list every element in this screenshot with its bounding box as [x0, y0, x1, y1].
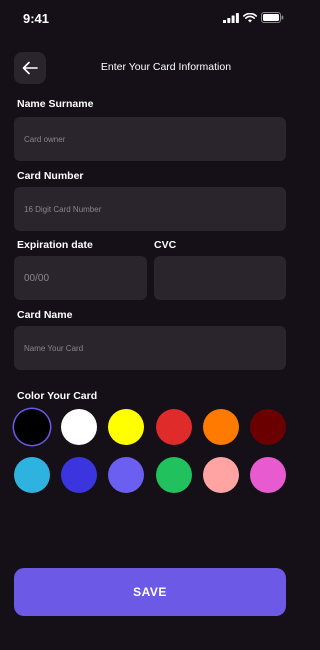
color-swatch[interactable]	[155, 457, 192, 493]
card-number-label: Card Number	[17, 170, 84, 182]
card-number-input[interactable]	[14, 187, 286, 231]
status-bar: 9:41	[0, 0, 300, 36]
color-swatch[interactable]	[61, 457, 98, 493]
expiration-label: Expiration date	[17, 239, 93, 251]
color-swatch[interactable]	[250, 409, 286, 445]
signal-icon	[223, 12, 239, 23]
name-label: Name Surname	[17, 98, 94, 110]
header: Enter Your Card Information	[14, 52, 286, 84]
status-icons	[223, 12, 284, 23]
color-swatch[interactable]	[108, 409, 145, 445]
expiration-date-input[interactable]	[14, 256, 147, 300]
card-name-label: Card Name	[17, 309, 73, 321]
color-swatch[interactable]	[250, 457, 286, 493]
card-name-input[interactable]	[14, 326, 286, 370]
color-label: Color Your Card	[17, 390, 98, 402]
color-swatch[interactable]	[155, 409, 192, 445]
wifi-icon	[243, 12, 257, 22]
color-swatch[interactable]	[14, 409, 50, 445]
name-surname-input[interactable]	[14, 117, 286, 161]
cvc-input[interactable]	[154, 256, 286, 300]
color-swatch[interactable]	[202, 409, 239, 445]
cvc-label: CVC	[154, 239, 177, 251]
back-button[interactable]	[14, 52, 46, 84]
color-swatch[interactable]	[14, 457, 50, 493]
status-time: 9:41	[23, 11, 50, 26]
arrow-left-icon	[22, 61, 38, 75]
save-button[interactable]: SAVE	[14, 568, 286, 616]
battery-icon	[261, 12, 284, 23]
page-title: Enter Your Card Information	[100, 61, 232, 73]
color-swatch[interactable]	[61, 409, 98, 445]
color-swatch[interactable]	[108, 457, 145, 493]
color-swatch[interactable]	[202, 457, 239, 493]
